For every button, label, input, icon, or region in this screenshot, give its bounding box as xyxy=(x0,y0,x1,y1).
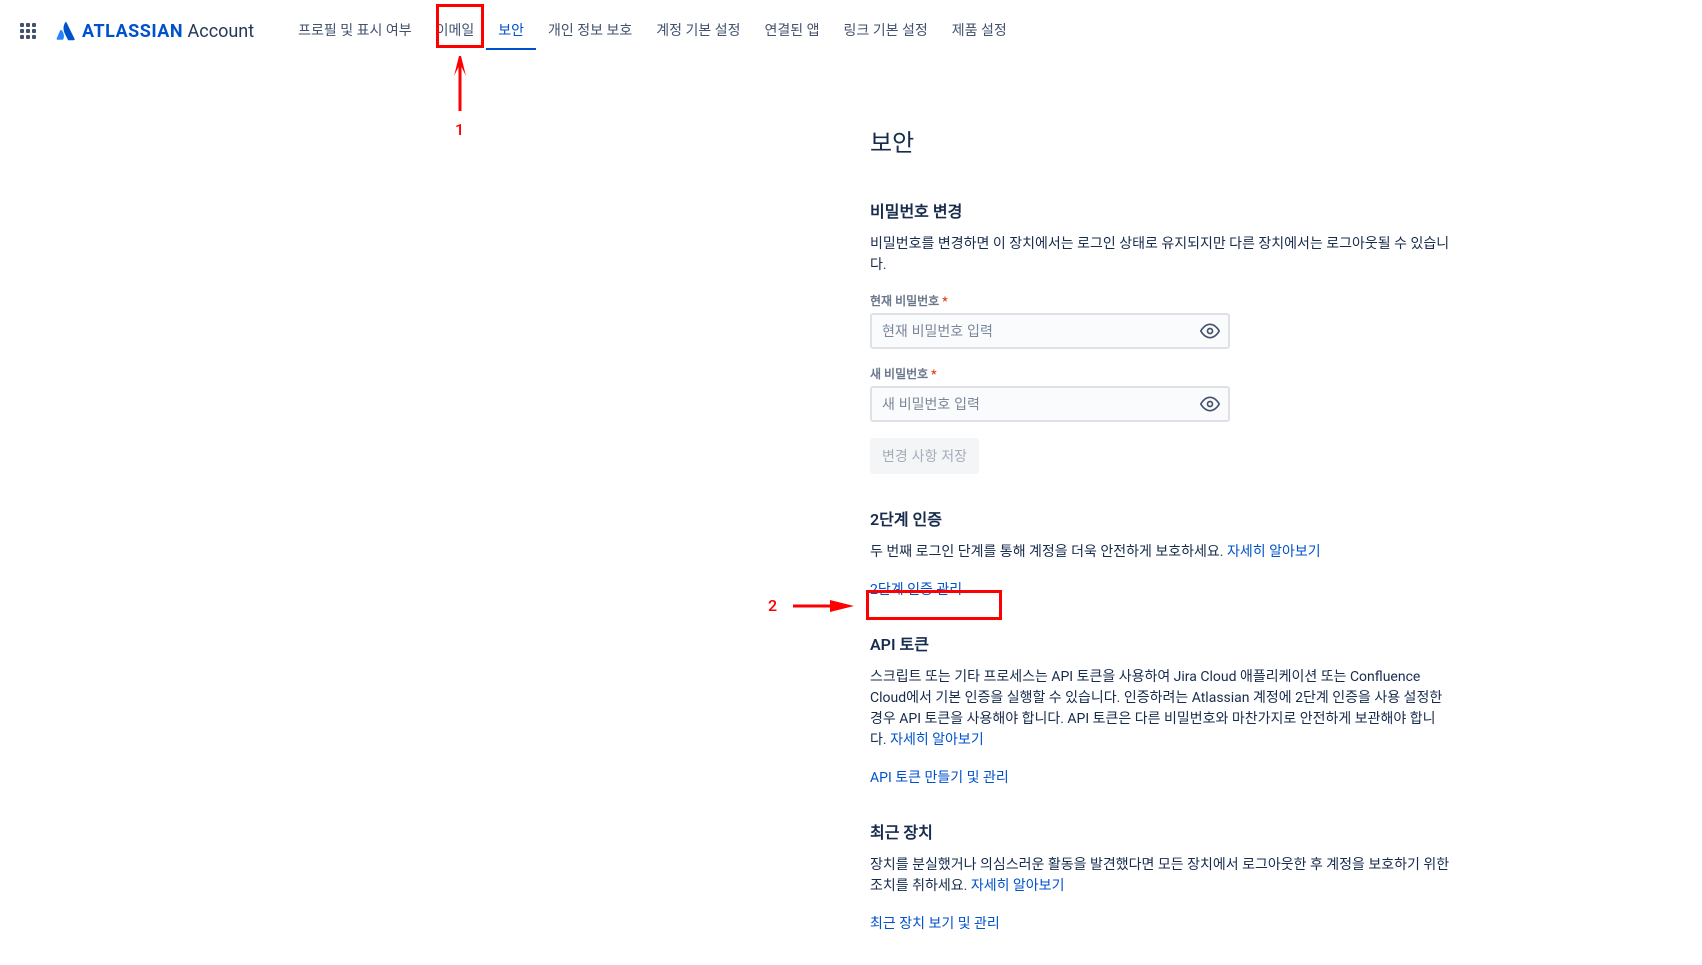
nav-profile[interactable]: 프로필 및 표시 여부 xyxy=(286,12,423,50)
main-content: 보안 비밀번호 변경 비밀번호를 변경하면 이 장치에서는 로그인 상태로 유지… xyxy=(870,63,1450,933)
page-title: 보안 xyxy=(870,123,1450,158)
save-password-button[interactable]: 변경 사항 저장 xyxy=(870,438,979,474)
new-password-input[interactable] xyxy=(870,386,1230,422)
devices-manage-link[interactable]: 최근 장치 보기 및 관리 xyxy=(870,913,1450,933)
devices-heading: 최근 장치 xyxy=(870,819,1450,843)
twostep-learnmore-link[interactable]: 자세히 알아보기 xyxy=(1227,544,1321,560)
api-manage-link[interactable]: API 토큰 만들기 및 관리 xyxy=(870,767,1450,787)
twostep-manage-link[interactable]: 2단계 인증 관리 xyxy=(870,579,1450,599)
eye-icon[interactable] xyxy=(1200,394,1220,414)
devices-description: 장치를 분실했거나 의심스러운 활동을 발견했다면 모든 장치에서 로그아웃한 … xyxy=(870,855,1450,897)
api-learnmore-link[interactable]: 자세히 알아보기 xyxy=(890,732,984,748)
password-section: 비밀번호 변경 비밀번호를 변경하면 이 장치에서는 로그인 상태로 유지되지만… xyxy=(870,198,1450,474)
eye-icon[interactable] xyxy=(1200,321,1220,341)
annotation-arrow-2 xyxy=(788,596,858,616)
nav-link-prefs[interactable]: 링크 기본 설정 xyxy=(831,12,939,50)
nav-security[interactable]: 보안 xyxy=(486,12,536,50)
devices-learnmore-link[interactable]: 자세히 알아보기 xyxy=(971,878,1065,894)
current-password-label: 현재 비밀번호 * xyxy=(870,292,1450,309)
password-heading: 비밀번호 변경 xyxy=(870,198,1450,222)
nav-account-prefs[interactable]: 계정 기본 설정 xyxy=(644,12,752,50)
nav-connected-apps[interactable]: 연결된 앱 xyxy=(752,12,831,50)
nav-product-settings[interactable]: 제품 설정 xyxy=(940,12,1019,50)
api-heading: API 토큰 xyxy=(870,631,1450,655)
header: ATLASSIAN Account 프로필 및 표시 여부 이메일 보안 개인 … xyxy=(0,0,1702,63)
nav-email[interactable]: 이메일 xyxy=(424,12,487,50)
annotation-label-1: 1 xyxy=(455,120,464,139)
app-switcher-icon[interactable] xyxy=(16,19,40,43)
logo[interactable]: ATLASSIAN Account xyxy=(56,21,254,42)
twostep-heading: 2단계 인증 xyxy=(870,506,1450,530)
annotation-arrow-1 xyxy=(453,56,473,116)
api-description: 스크립트 또는 기타 프로세스는 API 토큰을 사용하여 Jira Cloud… xyxy=(870,667,1450,751)
twostep-description: 두 번째 로그인 단계를 통해 계정을 더욱 안전하게 보호하세요. 자세히 알… xyxy=(870,542,1450,563)
current-password-input[interactable] xyxy=(870,313,1230,349)
password-description: 비밀번호를 변경하면 이 장치에서는 로그인 상태로 유지되지만 다른 장치에서… xyxy=(870,234,1450,276)
new-password-label: 새 비밀번호 * xyxy=(870,365,1450,382)
annotation-label-2: 2 xyxy=(768,596,777,615)
logo-text: ATLASSIAN Account xyxy=(82,21,254,42)
nav-privacy[interactable]: 개인 정보 보호 xyxy=(536,12,644,50)
api-token-section: API 토큰 스크립트 또는 기타 프로세스는 API 토큰을 사용하여 Jir… xyxy=(870,631,1450,787)
twostep-section: 2단계 인증 두 번째 로그인 단계를 통해 계정을 더욱 안전하게 보호하세요… xyxy=(870,506,1450,599)
atlassian-logo-icon xyxy=(56,21,76,41)
main-nav: 프로필 및 표시 여부 이메일 보안 개인 정보 보호 계정 기본 설정 연결된… xyxy=(286,12,1019,50)
new-password-group: 새 비밀번호 * xyxy=(870,365,1450,422)
current-password-group: 현재 비밀번호 * xyxy=(870,292,1450,349)
